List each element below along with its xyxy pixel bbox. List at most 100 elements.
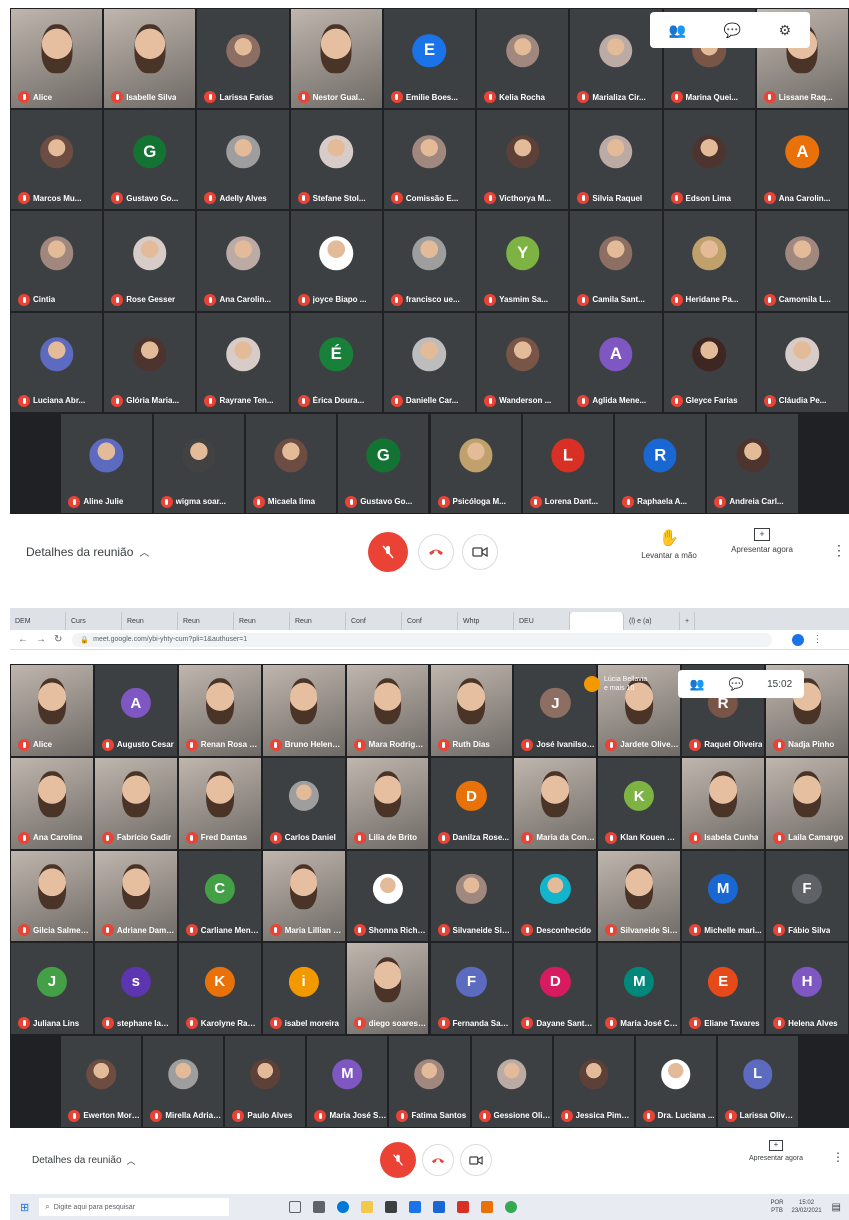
participant-tile[interactable]: s stephane lamb... [93,942,178,1036]
edge-icon[interactable] [337,1201,350,1213]
participant-tile[interactable]: Silvaneide Silv... [597,849,682,943]
chrome-icon[interactable] [505,1201,518,1213]
participant-tile[interactable]: Marcos Mu... [10,109,104,211]
activities-icon[interactable]: ⚙ [779,22,792,39]
people-icon[interactable]: 👥 [690,677,705,691]
participant-tile[interactable]: K Karolyne Ram... [177,942,262,1036]
participant-tile[interactable]: Aline Julie [60,412,153,514]
mic-off-button[interactable] [368,532,408,572]
participant-tile[interactable]: Rayrane Ten... [196,311,290,413]
participant-tile[interactable]: E Emilie Boes... [382,8,477,110]
participant-tile[interactable]: Lilia de Brito [345,756,430,850]
participant-tile[interactable]: Nestor Gual... [289,8,383,110]
participant-tile[interactable]: D Danilza Rose... [429,756,514,850]
participant-tile[interactable]: A Aglida Mene... [569,311,663,413]
chat-icon[interactable]: 💬 [724,22,741,39]
participant-tile[interactable]: Fred Dantas [177,756,262,850]
browser-tab[interactable]: (l) e (a) [624,612,680,630]
browser-tab[interactable]: Reun [178,612,234,630]
participant-tile[interactable]: Marializa Cir... [569,8,663,110]
participant-tile[interactable]: Edson Lima [662,109,756,211]
participant-tile[interactable]: Dra. Luciana ... [634,1035,717,1128]
participant-tile[interactable]: Heridane Pa... [662,210,756,312]
participant-tile[interactable]: K Klan Kouen Le... [597,756,682,850]
participant-tile[interactable]: Danielle Car... [382,311,477,413]
participant-tile[interactable]: Y Yasmim Sa... [476,210,570,312]
browser-tab[interactable]: DEM [10,612,66,630]
participant-tile[interactable]: Shonna Richa... [345,849,430,943]
participant-tile[interactable]: Paulo Alves [224,1035,307,1128]
participant-tile[interactable]: E Eliane Tavares [681,942,766,1036]
browser-menu-icon[interactable]: ⋮ [812,634,822,645]
participant-tile[interactable]: joyce Biapo ... [289,210,383,312]
participant-tile[interactable]: Luciana Abr... [10,311,104,413]
participant-tile[interactable]: Psicóloga M... [429,412,522,514]
participant-tile[interactable]: Gilcia Salmento [10,849,94,943]
participant-tile[interactable]: Rose Gesser [103,210,197,312]
participant-tile[interactable]: Camila Sant... [569,210,663,312]
participant-tile[interactable]: Adriane Dama... [93,849,178,943]
browser-tab[interactable]: DEU [514,612,570,630]
participant-tile[interactable]: Carlos Daniel [261,756,346,850]
participant-tile[interactable]: Victhorya M... [476,109,570,211]
participant-tile[interactable]: Maria da Cone... [513,756,598,850]
participant-tile[interactable]: Andreia Carl... [706,412,799,514]
antivirus-icon[interactable] [457,1201,470,1213]
present-now-button[interactable]: + Apresentar agora [736,1140,816,1162]
participant-tile[interactable]: Desconhecido [513,849,598,943]
participant-tile[interactable]: Jessica Piment... [552,1035,635,1128]
participant-tile[interactable]: Ewerton Moreira [60,1035,143,1128]
browser-tab[interactable] [570,612,624,630]
participant-tile[interactable]: Wanderson ... [476,311,570,413]
office-icon[interactable] [481,1201,494,1213]
leave-call-button[interactable] [422,1144,454,1176]
store-icon[interactable] [385,1201,398,1213]
participant-tile[interactable]: Bruno Helena a... [261,664,346,757]
participant-tile[interactable]: Silvia Raquel [569,109,663,211]
participant-tile[interactable]: Larissa Farias [196,8,290,110]
participant-tile[interactable]: Ruth Dias [429,664,514,757]
taskbar-app-icon[interactable] [313,1201,326,1213]
participant-tile[interactable]: Adelly Alves [196,109,290,211]
participant-tile[interactable]: wigma soar... [152,412,245,514]
meeting-details-button[interactable]: Detalhes da reunião ︿ [32,1154,136,1167]
participant-tile[interactable]: francisco ue... [382,210,477,312]
participant-tile[interactable]: Micaela lima [244,412,338,514]
participant-tile[interactable]: Renan Rosa O... [177,664,262,757]
participant-tile[interactable]: Comissão E... [382,109,477,211]
profile-icon[interactable] [792,633,805,646]
reload-icon[interactable]: ↻ [54,634,62,645]
browser-tab[interactable]: Conf [402,612,458,630]
participant-tile[interactable]: Silvaneide Silv... [429,849,514,943]
participant-tile[interactable]: Ana Carolin... [196,210,290,312]
participant-tile[interactable]: Fabrício Gadir [93,756,178,850]
participant-tile[interactable]: Alice [10,664,94,757]
browser-tab[interactable]: Reun [122,612,178,630]
participant-tile[interactable]: Isabela Cunha [681,756,766,850]
participant-tile[interactable]: i isabel moreira [261,942,346,1036]
participant-tile[interactable]: F Fernanda Santos [429,942,514,1036]
more-options-icon[interactable]: ⋮ [832,542,846,559]
mic-off-button[interactable] [380,1142,416,1178]
windows-start-icon[interactable]: ⊞ [20,1201,29,1214]
participant-tile[interactable]: A Ana Carolin... [755,109,849,211]
participant-tile[interactable]: M Maria José Ca... [597,942,682,1036]
task-view-icon[interactable] [289,1201,302,1213]
taskbar-search[interactable]: ⌕ Digite aqui para pesquisar [39,1198,230,1216]
word-icon[interactable] [433,1201,446,1213]
new-tab-icon[interactable]: + [680,612,696,630]
back-icon[interactable]: ← [18,634,28,645]
participant-tile[interactable]: H Helena Alves [765,942,849,1036]
participant-tile[interactable]: Gessione Olive... [470,1035,553,1128]
participant-tile[interactable]: M Maria José Sa... [306,1035,389,1128]
chat-icon[interactable]: 💬 [728,677,743,691]
forward-icon[interactable]: → [36,634,46,645]
explorer-icon[interactable] [361,1201,374,1213]
camera-button[interactable] [462,534,498,570]
participant-tile[interactable]: É Érica Doura... [289,311,383,413]
participant-tile[interactable]: Kelia Rocha [476,8,570,110]
camera-button[interactable] [460,1144,492,1176]
participant-tile[interactable]: Alice [10,8,104,110]
participant-tile[interactable]: Mara Rodrigues [345,664,430,757]
leave-call-button[interactable] [418,534,454,570]
